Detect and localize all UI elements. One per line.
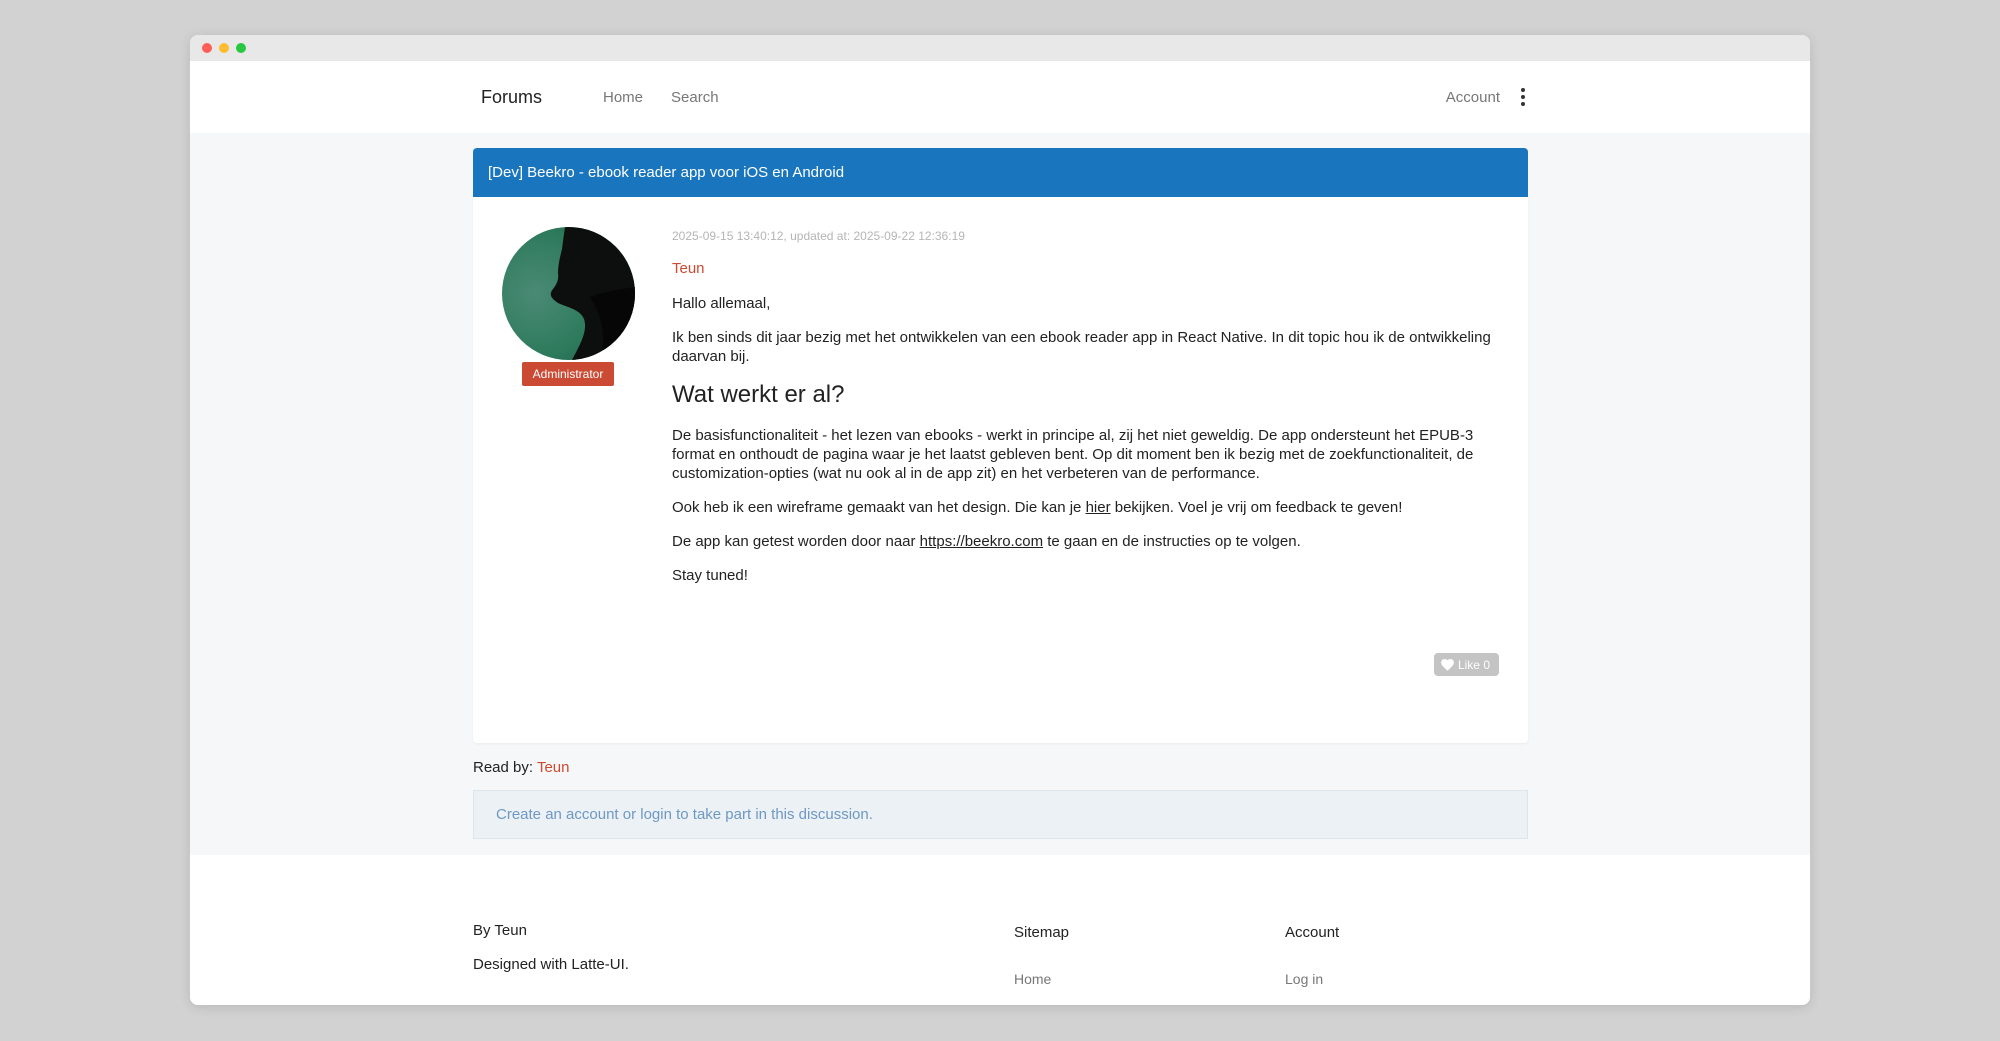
test-text-after: te gaan en de instructies op te volgen.: [1043, 533, 1301, 550]
minimize-window-button[interactable]: [219, 43, 229, 53]
post-heading: Wat werkt er al?: [672, 381, 845, 408]
avatar[interactable]: [502, 227, 635, 360]
post-test-paragraph: De app kan getest worden door naar https…: [672, 532, 1500, 551]
post-author-link[interactable]: Teun: [672, 260, 1500, 277]
post-body: 2025-09-15 13:40:12, updated at: 2025-09…: [672, 229, 1500, 600]
read-by: Read by: Teun: [473, 759, 1528, 776]
post-features: De basisfunctionaliteit - het lezen van …: [672, 427, 1474, 482]
post-intro: Ik ben sinds dit jaar bezig met het ontw…: [672, 329, 1491, 365]
login-notice: Create an account or login to take part …: [473, 790, 1528, 839]
maximize-window-button[interactable]: [236, 43, 246, 53]
footer-login-link[interactable]: Log in: [1285, 971, 1339, 987]
wireframe-text-before: Ook heb ik een wireframe gemaakt van het…: [672, 499, 1086, 516]
footer-sitemap-home-link[interactable]: Home: [1014, 971, 1069, 987]
window-titlebar: [190, 35, 1810, 61]
footer-by: By Teun: [473, 922, 527, 939]
post-timestamp: 2025-09-15 13:40:12, updated at: 2025-09…: [672, 229, 965, 243]
read-by-user-link[interactable]: Teun: [537, 759, 570, 776]
close-window-button[interactable]: [202, 43, 212, 53]
role-badge: Administrator: [522, 362, 614, 386]
footer-designed: Designed with Latte-UI.: [473, 956, 629, 973]
like-button[interactable]: Like 0: [1433, 653, 1499, 676]
top-navbar: Forums Home Search Account: [190, 61, 1810, 133]
nav-account-link[interactable]: Account: [1446, 89, 1500, 106]
wireframe-link[interactable]: hier: [1086, 499, 1111, 516]
post-closing: Stay tuned!: [672, 567, 748, 584]
topic-content: [Dev] Beekro - ebook reader app voor iOS…: [473, 148, 1528, 839]
test-text-before: De app kan getest worden door naar: [672, 533, 920, 550]
topic-title: [Dev] Beekro - ebook reader app voor iOS…: [473, 148, 1528, 197]
footer: By Teun Designed with Latte-UI. Sitemap …: [190, 855, 1810, 1005]
browser-window: Forums Home Search Account [Dev] Beekro …: [190, 35, 1810, 1005]
brand-link[interactable]: Forums: [473, 87, 603, 108]
read-by-label: Read by:: [473, 759, 537, 776]
nav-search-link[interactable]: Search: [671, 89, 719, 106]
post-greeting: Hallo allemaal,: [672, 295, 771, 312]
post-card: Administrator 2025-09-15 13:40:12, updat…: [473, 197, 1528, 743]
heart-icon: [1441, 658, 1454, 671]
wireframe-text-after: bekijken. Voel je vrij om feedback te ge…: [1110, 499, 1403, 516]
footer-sitemap-title: Sitemap: [1014, 924, 1070, 941]
nav-home-link[interactable]: Home: [603, 89, 643, 106]
post-wireframe-paragraph: Ook heb ik een wireframe gemaakt van het…: [672, 498, 1500, 517]
beekro-link[interactable]: https://beekro.com: [920, 533, 1043, 550]
like-label: Like 0: [1457, 657, 1490, 672]
kebab-menu-icon[interactable]: [1518, 88, 1528, 106]
avatar-image: [502, 227, 635, 360]
footer-account-title: Account: [1285, 924, 1340, 941]
